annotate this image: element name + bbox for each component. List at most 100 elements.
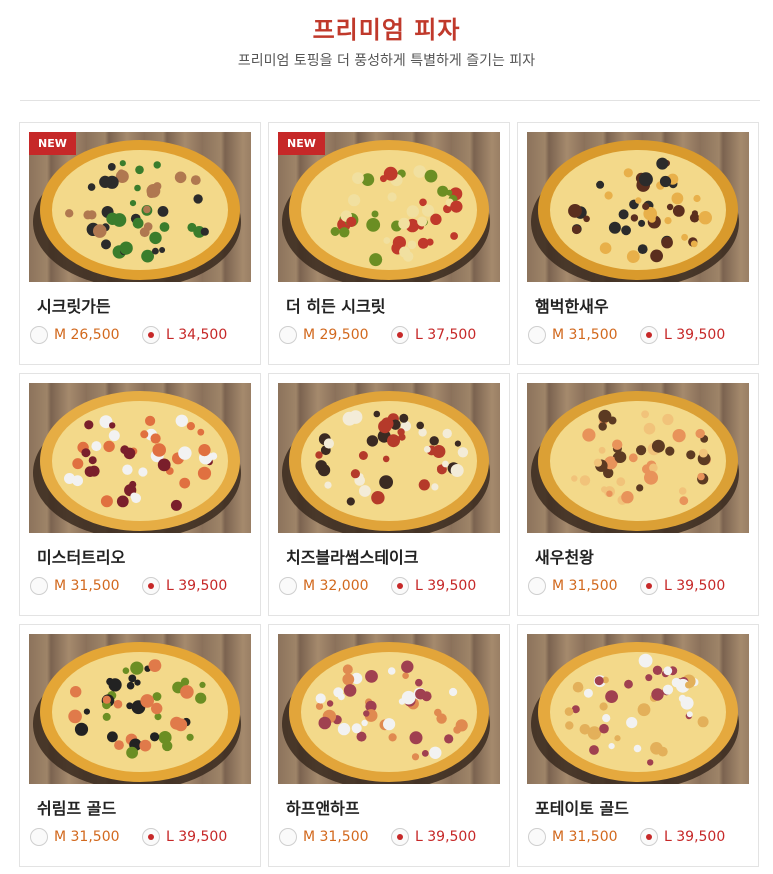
size-option-m[interactable]: M 29,500	[279, 324, 369, 346]
pizza-grid: NEW 시크릿가든 M 26,500 L 34,500 NEW 더 히든 시크릿…	[19, 122, 763, 870]
size-options: M 26,500 L 34,500	[30, 324, 260, 346]
radio-l-icon[interactable]	[142, 828, 160, 846]
radio-l-icon[interactable]	[391, 326, 409, 344]
price-l: L 39,500	[166, 829, 228, 845]
pizza-card[interactable]: 포테이토 골드 M 31,500 L 39,500	[517, 624, 759, 867]
radio-l-icon[interactable]	[640, 577, 658, 595]
pizza-card[interactable]: 쉬림프 골드 M 31,500 L 39,500	[19, 624, 261, 867]
radio-m-icon[interactable]	[528, 828, 546, 846]
size-option-l[interactable]: L 39,500	[640, 324, 725, 346]
pizza-name[interactable]: 쉬림프 골드	[37, 795, 116, 819]
pizza-name[interactable]: 포테이토 골드	[535, 795, 629, 819]
page-subtitle: 프리미엄 토핑을 더 풍성하게 특별하게 즐기는 피자	[237, 53, 536, 69]
page-header: 프리미엄 피자 프리미엄 토핑을 더 풍성하게 특별하게 즐기는 피자	[0, 0, 773, 101]
pizza-name[interactable]: 햄벅한새우	[535, 293, 609, 317]
pizza-card[interactable]: 미스터트리오 M 31,500 L 39,500	[19, 373, 261, 616]
radio-m-icon[interactable]	[30, 828, 48, 846]
size-option-m[interactable]: M 26,500	[30, 324, 120, 346]
pizza-image	[282, 642, 490, 784]
price-l: L 39,500	[166, 578, 228, 594]
pizza-card[interactable]: NEW 시크릿가든 M 26,500 L 34,500	[19, 122, 261, 365]
size-option-l[interactable]: L 39,500	[640, 826, 725, 848]
price-m: M 31,500	[552, 327, 618, 343]
price-m: M 32,000	[303, 578, 369, 594]
size-options: M 31,500 L 39,500	[279, 826, 509, 848]
size-option-m[interactable]: M 31,500	[30, 575, 120, 597]
price-m: M 31,500	[54, 829, 120, 845]
size-options: M 29,500 L 37,500	[279, 324, 509, 346]
size-option-m[interactable]: M 31,500	[528, 826, 618, 848]
radio-l-icon[interactable]	[640, 828, 658, 846]
size-option-m[interactable]: M 31,500	[528, 575, 618, 597]
size-options: M 31,500 L 39,500	[528, 324, 758, 346]
radio-m-icon[interactable]	[528, 577, 546, 595]
pizza-name[interactable]: 시크릿가든	[37, 293, 111, 317]
price-m: M 31,500	[552, 829, 618, 845]
pizza-image	[282, 391, 490, 533]
radio-l-icon[interactable]	[142, 577, 160, 595]
size-options: M 31,500 L 39,500	[30, 826, 260, 848]
price-l: L 39,500	[415, 578, 477, 594]
pizza-image	[33, 391, 241, 533]
pizza-photo[interactable]	[527, 383, 749, 533]
size-options: M 31,500 L 39,500	[528, 826, 758, 848]
pizza-name[interactable]: 더 히든 시크릿	[286, 293, 385, 317]
pizza-image	[531, 642, 739, 784]
pizza-photo[interactable]	[278, 383, 500, 533]
pizza-name[interactable]: 하프앤하프	[286, 795, 360, 819]
pizza-card[interactable]: 치즈블라썸스테이크 M 32,000 L 39,500	[268, 373, 510, 616]
price-l: L 39,500	[664, 327, 726, 343]
radio-m-icon[interactable]	[528, 326, 546, 344]
size-options: M 31,500 L 39,500	[528, 575, 758, 597]
price-m: M 31,500	[552, 578, 618, 594]
radio-l-icon[interactable]	[640, 326, 658, 344]
size-option-l[interactable]: L 39,500	[391, 826, 476, 848]
radio-l-icon[interactable]	[391, 828, 409, 846]
pizza-photo[interactable]	[29, 634, 251, 784]
pizza-photo[interactable]	[29, 383, 251, 533]
radio-m-icon[interactable]	[30, 326, 48, 344]
pizza-photo[interactable]	[278, 634, 500, 784]
pizza-photo[interactable]	[527, 132, 749, 282]
size-option-m[interactable]: M 31,500	[279, 826, 369, 848]
radio-m-icon[interactable]	[279, 577, 297, 595]
radio-l-icon[interactable]	[391, 577, 409, 595]
pizza-card[interactable]: 새우천왕 M 31,500 L 39,500	[517, 373, 759, 616]
header-divider	[20, 100, 760, 101]
pizza-image	[531, 391, 739, 533]
pizza-card[interactable]: 햄벅한새우 M 31,500 L 39,500	[517, 122, 759, 365]
pizza-card[interactable]: 하프앤하프 M 31,500 L 39,500	[268, 624, 510, 867]
price-l: L 34,500	[166, 327, 228, 343]
size-option-l[interactable]: L 37,500	[391, 324, 476, 346]
price-m: M 31,500	[303, 829, 369, 845]
pizza-photo[interactable]	[527, 634, 749, 784]
size-option-m[interactable]: M 31,500	[528, 324, 618, 346]
price-l: L 39,500	[664, 829, 726, 845]
radio-m-icon[interactable]	[279, 828, 297, 846]
radio-l-icon[interactable]	[142, 326, 160, 344]
page-title: 프리미엄 피자	[312, 16, 461, 44]
pizza-card[interactable]: NEW 더 히든 시크릿 M 29,500 L 37,500	[268, 122, 510, 365]
pizza-photo[interactable]: NEW	[278, 132, 500, 282]
pizza-photo[interactable]: NEW	[29, 132, 251, 282]
radio-m-icon[interactable]	[279, 326, 297, 344]
size-option-l[interactable]: L 39,500	[142, 826, 227, 848]
size-option-m[interactable]: M 32,000	[279, 575, 369, 597]
size-option-l[interactable]: L 39,500	[142, 575, 227, 597]
pizza-name[interactable]: 새우천왕	[535, 544, 594, 568]
new-badge: NEW	[29, 132, 76, 155]
pizza-name[interactable]: 미스터트리오	[37, 544, 125, 568]
size-option-m[interactable]: M 31,500	[30, 826, 120, 848]
pizza-image	[531, 140, 739, 282]
radio-m-icon[interactable]	[30, 577, 48, 595]
size-option-l[interactable]: L 39,500	[391, 575, 476, 597]
price-l: L 39,500	[664, 578, 726, 594]
size-option-l[interactable]: L 39,500	[640, 575, 725, 597]
price-l: L 37,500	[415, 327, 477, 343]
size-option-l[interactable]: L 34,500	[142, 324, 227, 346]
pizza-name[interactable]: 치즈블라썸스테이크	[286, 544, 418, 568]
price-m: M 31,500	[54, 578, 120, 594]
price-m: M 29,500	[303, 327, 369, 343]
price-m: M 26,500	[54, 327, 120, 343]
pizza-image	[33, 642, 241, 784]
